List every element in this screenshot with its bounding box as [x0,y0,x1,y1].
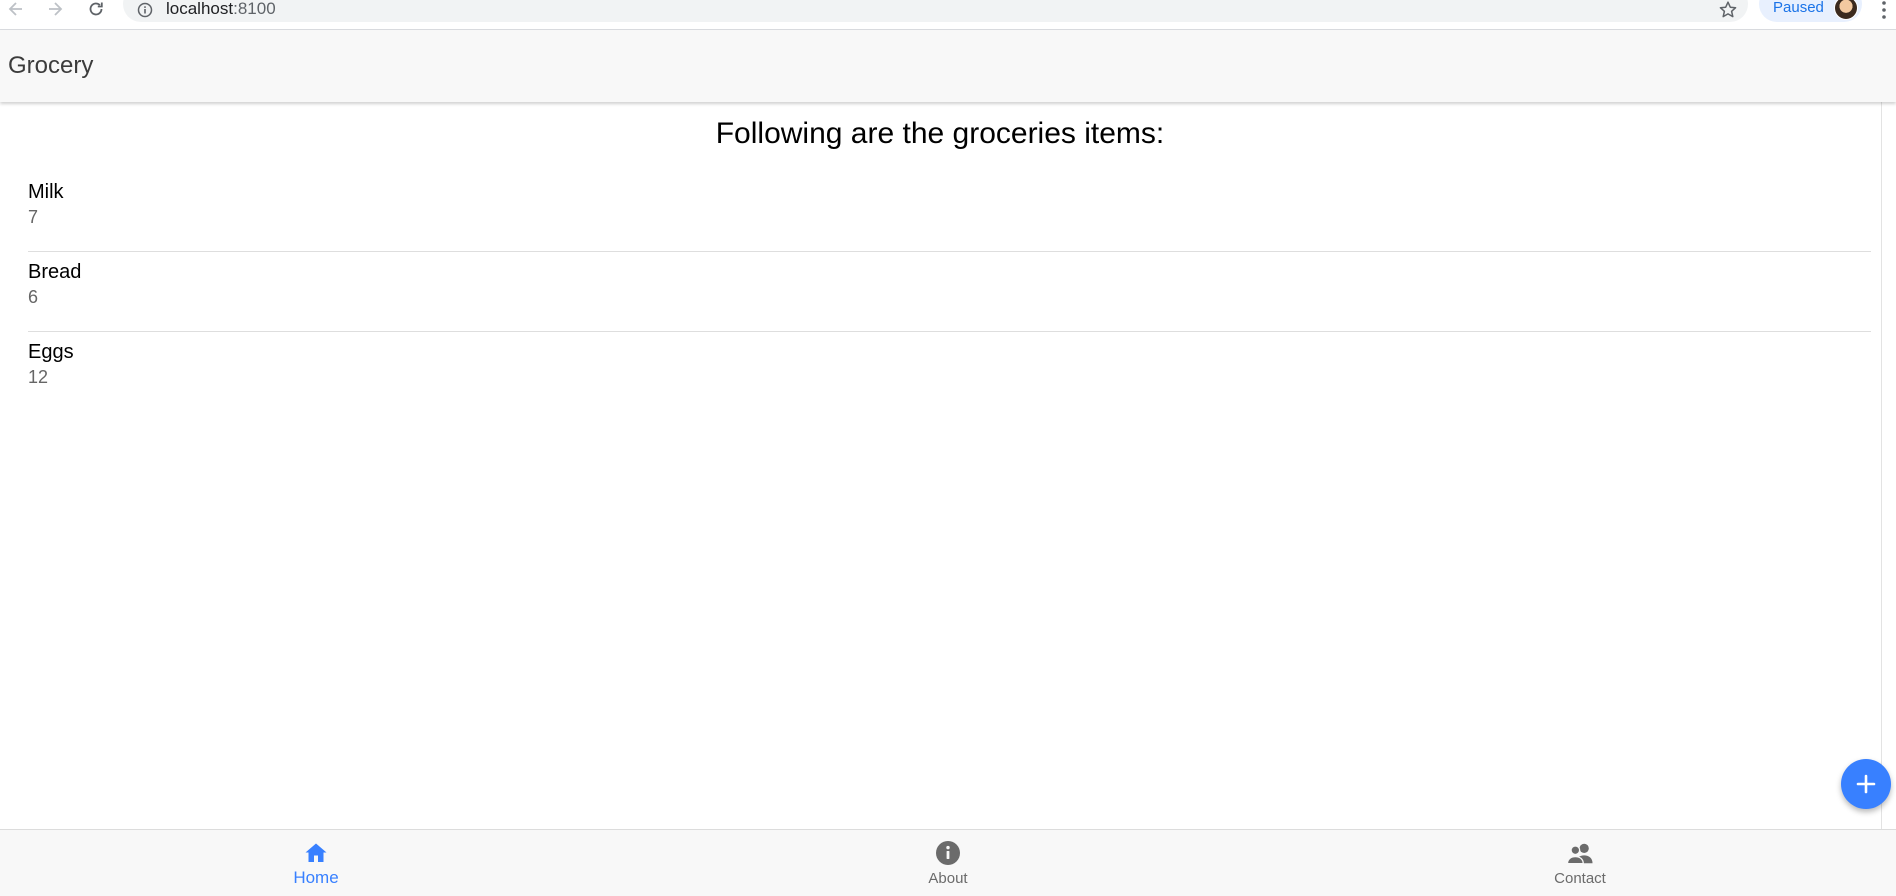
reload-icon [89,2,103,16]
home-icon [303,840,329,866]
site-info-icon[interactable] [137,2,153,23]
arrow-right-icon [49,2,63,16]
grocery-item[interactable]: Bread 6 [28,252,1871,332]
app-header: Grocery [0,30,1896,102]
url-host: localhost [166,0,234,18]
app-title: Grocery [8,52,94,79]
profile-status-label: Paused [1773,0,1824,16]
more-vertical-icon [1882,1,1886,19]
page-content: Following are the groceries items: Milk … [0,102,1896,829]
profile-avatar [1834,0,1858,20]
item-quantity: 7 [28,207,39,227]
arrow-left-icon [8,2,22,16]
tab-about[interactable]: About [632,830,1264,896]
tab-bar: Home About Contact [0,829,1896,896]
item-quantity: 6 [28,287,39,307]
tab-contact-label: Contact [1554,870,1606,887]
url-port: :8100 [233,0,276,18]
reload-button[interactable] [82,0,110,21]
grocery-item[interactable]: Milk 7 [28,172,1871,252]
bookmark-star-icon[interactable] [1718,0,1738,25]
tab-home-label: Home [293,868,339,887]
tab-home[interactable]: Home [0,830,632,896]
item-name: Bread [28,261,82,283]
browser-menu-button[interactable] [1878,0,1890,20]
people-icon [1567,840,1593,866]
item-name: Eggs [28,341,74,363]
profile-button[interactable]: Paused [1759,0,1862,22]
item-name: Milk [28,181,64,203]
tab-about-label: About [928,870,968,887]
forward-button[interactable] [41,0,69,21]
scrollbar[interactable] [1881,102,1896,829]
back-button[interactable] [2,0,30,21]
add-item-button[interactable] [1841,759,1891,809]
address-bar[interactable]: localhost:8100 [123,0,1748,22]
url-text: localhost:8100 [166,0,276,18]
grocery-list: Milk 7 Bread 6 Eggs 12 [28,172,1871,412]
browser-toolbar: localhost:8100 Paused [0,0,1896,30]
grocery-item[interactable]: Eggs 12 [28,332,1871,412]
information-circle-icon [935,840,961,866]
item-quantity: 12 [28,367,49,387]
plus-icon [1856,774,1876,794]
page-heading: Following are the groceries items: [715,117,1165,150]
tab-contact[interactable]: Contact [1264,830,1896,896]
